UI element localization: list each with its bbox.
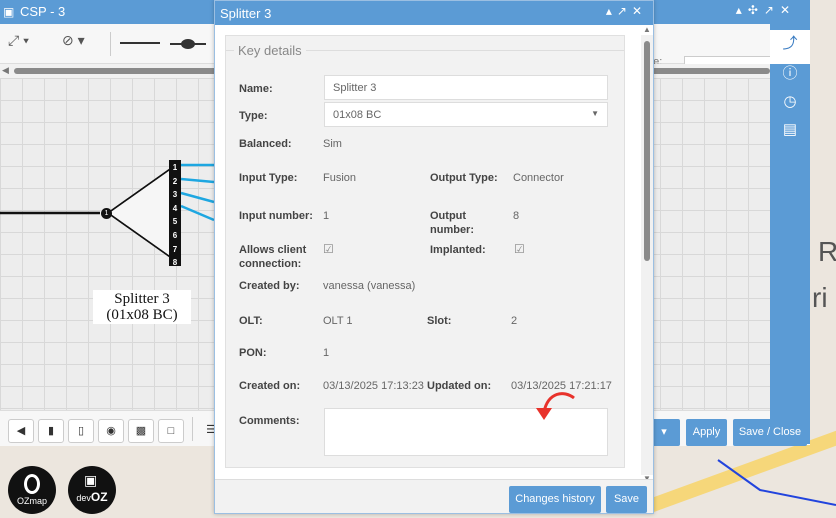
csp-title: CSP - 3 [20, 4, 66, 19]
fiber-icon[interactable]: ⤴ [770, 30, 810, 64]
close-icon[interactable]: ✕ [780, 3, 796, 17]
comments-label: Comments: [239, 415, 300, 427]
pon-value: 1 [323, 347, 330, 359]
apply-button[interactable]: Apply [686, 419, 727, 446]
info-icon[interactable]: ⓘ [770, 60, 810, 88]
history-icon[interactable]: ◷ [770, 88, 810, 116]
splitter-tool-icon[interactable]: ◀ [8, 419, 34, 443]
created-by-value: vanessa (vanessa) [323, 280, 416, 292]
block-button[interactable]: ⊘ ▾ [62, 32, 85, 56]
input-number-value: 1 [323, 210, 330, 222]
allows-client-label: Allows client connection: [239, 244, 307, 270]
implanted-checkbox[interactable]: ☑ [514, 243, 527, 256]
minimize-icon[interactable]: ▴ [606, 4, 617, 18]
olt-label: OLT: [239, 315, 263, 327]
input-number-label: Input number: [239, 210, 313, 222]
name-input[interactable]: Splitter 3 [324, 75, 608, 100]
toolbar-divider [192, 417, 193, 441]
connector-tool-button[interactable] [170, 36, 206, 52]
dialog-controls: ▴↗✕ [606, 4, 647, 18]
slot-value: 2 [511, 315, 518, 327]
eye-icon[interactable]: ◉ [98, 419, 124, 443]
save-close-button[interactable]: Save / Close [733, 419, 807, 446]
maximize-icon[interactable]: ↗ [617, 4, 632, 18]
type-select[interactable]: 01x08 BC ▼ [324, 102, 608, 127]
right-sidebar: ⤴ ⓘ ◷ ▤ [770, 24, 810, 444]
scrollbar-thumb[interactable] [644, 41, 650, 261]
splitter-shape [106, 165, 174, 261]
slot-label: Slot: [427, 315, 452, 327]
output-fibers [180, 163, 215, 222]
output-number-label: Output number: [430, 210, 474, 236]
created-on-label: Created on: [239, 380, 301, 392]
fit-view-button[interactable]: ⤢ ▾ [8, 32, 29, 56]
splitter-caption-type: (01x08 BC) [106, 307, 178, 323]
window-controls: ▴✣↗✕ [736, 3, 796, 17]
move-icon[interactable]: ✣ [748, 3, 764, 17]
ozmap-logo: OZmap [8, 466, 56, 514]
changes-history-button[interactable]: Changes history [509, 486, 601, 513]
output-type-value: Connector [513, 172, 564, 184]
allows-client-checkbox[interactable]: ☑ [323, 243, 336, 256]
cable-alt-tool-icon[interactable]: ▯ [68, 419, 94, 443]
balanced-value: Sim [323, 138, 342, 150]
pon-label: PON: [239, 347, 267, 359]
output-number-value: 8 [513, 210, 520, 222]
olt-value: OLT 1 [323, 315, 353, 327]
dialog-body: Key details Name: Splitter 3 Type: 01x08… [225, 35, 625, 468]
type-select-value: 01x08 BC [333, 109, 382, 121]
splitter-caption[interactable]: Splitter 3 (01x08 BC) [93, 290, 191, 324]
created-by-label: Created by: [239, 280, 300, 292]
balanced-label: Balanced: [239, 138, 292, 150]
output-port[interactable]: 4 [170, 202, 180, 216]
input-port[interactable]: 1 [101, 208, 112, 219]
vertical-scrollbar[interactable]: ▲ ▼ [641, 25, 653, 483]
name-label: Name: [239, 83, 273, 95]
save-button[interactable]: Save [606, 486, 647, 513]
scroll-left-icon[interactable]: ◀ [2, 65, 9, 76]
cube-icon: ▣ [84, 472, 98, 488]
output-port[interactable]: 8 [170, 256, 180, 270]
scroll-up-icon[interactable]: ▲ [643, 25, 651, 34]
implanted-label: Implanted: [430, 244, 486, 256]
output-port[interactable]: 6 [170, 229, 180, 243]
output-type-label: Output Type: [430, 172, 498, 184]
cable-tool-icon[interactable]: ▮ [38, 419, 64, 443]
output-ports: 1 2 3 4 5 6 7 8 [170, 161, 180, 270]
output-port[interactable]: 2 [170, 175, 180, 189]
image-icon[interactable]: ▤ [770, 116, 810, 144]
output-port[interactable]: 1 [170, 161, 180, 175]
output-port[interactable]: 5 [170, 215, 180, 229]
input-type-label: Input Type: [239, 172, 298, 184]
input-type-value: Fusion [323, 172, 357, 184]
dialog-title-bar: Splitter 3 ▴↗✕ [215, 1, 653, 25]
note-icon[interactable]: □ [158, 419, 184, 443]
output-port[interactable]: 7 [170, 243, 180, 257]
maximize-icon[interactable]: ↗ [764, 3, 780, 17]
devoz-logo: ▣ devOZ [68, 466, 116, 514]
pin-icon [24, 474, 40, 494]
connector-icon[interactable]: ▩ [128, 419, 154, 443]
dialog-title: Splitter 3 [220, 6, 272, 21]
splitter-caption-name: Splitter 3 [114, 291, 170, 307]
close-icon[interactable]: ✕ [632, 4, 647, 18]
updated-on-label: Updated on: [427, 380, 492, 392]
line-tool-button[interactable] [120, 42, 160, 44]
splitter-dialog: Splitter 3 ▴↗✕ Key details Name: Splitte… [214, 0, 654, 514]
created-on-value: 03/13/2025 17:13:23 [323, 380, 424, 392]
chevron-down-icon: ▼ [591, 109, 599, 118]
output-port[interactable]: 3 [170, 188, 180, 202]
minimize-icon[interactable]: ▴ [736, 3, 748, 17]
dialog-footer: Changes history Save [215, 479, 653, 513]
section-legend: Key details [234, 43, 306, 58]
annotation-arrow-icon [536, 392, 575, 420]
cube-icon: ▣ [3, 5, 15, 19]
type-label: Type: [239, 110, 268, 122]
toolbar-divider [110, 32, 111, 56]
